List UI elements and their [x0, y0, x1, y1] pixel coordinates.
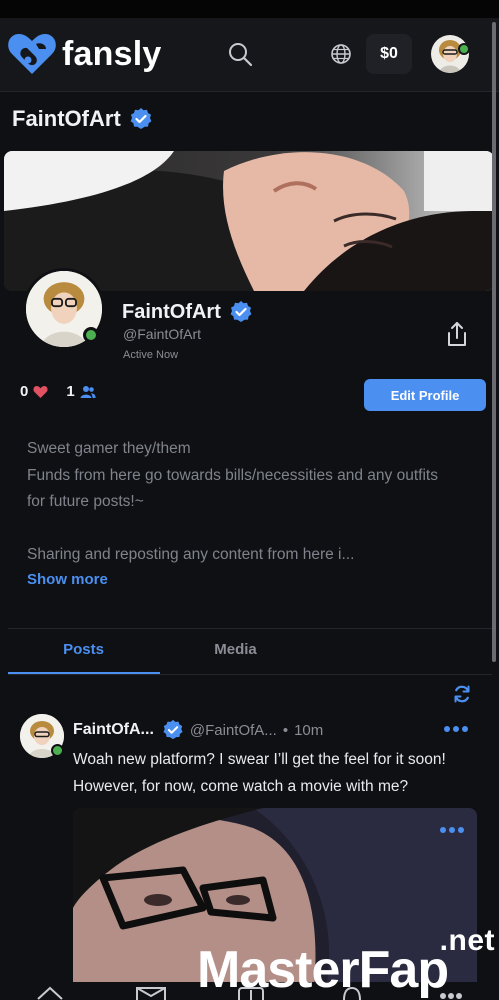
divider: [8, 628, 492, 629]
profile-stats: 0 1: [20, 383, 114, 400]
post-separator: •: [282, 721, 289, 739]
bio-line: Sweet gamer they/them: [27, 440, 191, 457]
watermark-text: MasterFap: [197, 941, 449, 999]
post-header: FaintOfA... @FaintOfA... • 10m: [73, 719, 323, 741]
active-status: Active Now: [123, 349, 179, 361]
fansly-heart-logo-icon: [8, 33, 56, 74]
post-timestamp: 10m: [294, 721, 324, 739]
tab-media[interactable]: Media: [160, 641, 311, 658]
messages-icon[interactable]: [136, 986, 166, 1000]
post-author-name[interactable]: FaintOfA...: [73, 721, 154, 739]
page-title: FaintOfArt: [12, 106, 121, 131]
online-status-dot: [458, 43, 470, 55]
edit-profile-button[interactable]: Edit Profile: [364, 379, 486, 411]
bio-line: Funds from here go towards bills/necessi…: [27, 466, 438, 484]
profile-bio: Sweet gamer they/them Funds from here go…: [27, 436, 487, 569]
search-icon[interactable]: [226, 40, 254, 68]
followers-count: 1: [66, 383, 75, 400]
share-icon[interactable]: [444, 320, 470, 348]
heart-icon: [33, 385, 48, 398]
verified-badge-icon: [130, 108, 152, 129]
bio-line: Sharing and reposting any content from h…: [27, 546, 355, 563]
profile-card: [0, 146, 499, 676]
refresh-icon[interactable]: [452, 684, 472, 704]
display-name: FaintOfArt: [122, 300, 221, 323]
tab-posts[interactable]: Posts: [8, 641, 159, 658]
display-name-row: FaintOfArt: [122, 300, 253, 324]
post-online-dot: [51, 744, 64, 757]
verified-badge-icon: [163, 719, 183, 740]
post-text-line: However, for now, come watch a movie wit…: [73, 778, 409, 795]
logo-text: fansly: [62, 34, 162, 73]
tabs-divider: [8, 674, 492, 675]
bio-line: [27, 516, 487, 543]
scrollbar[interactable]: [492, 22, 496, 662]
followers-icon: [80, 385, 96, 398]
likes-stat: 0: [20, 383, 48, 400]
post-author-handle: @FaintOfA...: [189, 721, 277, 739]
globe-icon[interactable]: [329, 42, 353, 66]
likes-count: 0: [20, 383, 29, 400]
show-more-link[interactable]: Show more: [27, 571, 108, 588]
wallet-balance-button[interactable]: $0: [366, 34, 412, 74]
top-navbar: fansly $0: [0, 18, 499, 92]
post-text-line: Woah new platform? I swear I’ll get the …: [73, 751, 446, 768]
profile-handle: @FaintOfArt: [123, 326, 202, 342]
status-bar: [0, 0, 499, 18]
followers-stat: 1: [66, 383, 96, 400]
media-more-options-icon[interactable]: [438, 820, 466, 840]
post-body: Woah new platform? I swear I’ll get the …: [73, 746, 488, 800]
bio-line: for future posts!~: [27, 493, 144, 510]
profile-online-dot: [83, 327, 99, 343]
watermark: .net MasterFap: [197, 924, 497, 999]
verified-badge-icon: [230, 301, 252, 322]
fansly-logo[interactable]: fansly: [6, 30, 161, 78]
page-header: FaintOfArt: [12, 106, 153, 132]
post-more-options-icon[interactable]: [442, 719, 470, 739]
home-icon[interactable]: [36, 986, 64, 1000]
